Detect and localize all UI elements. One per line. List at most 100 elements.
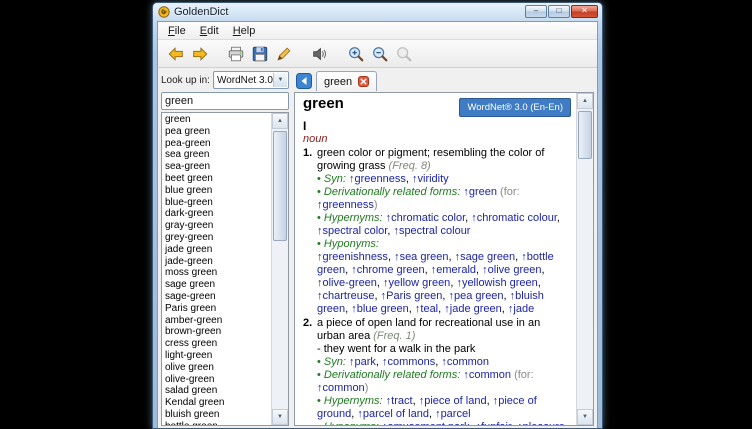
article-link[interactable]: ↑emerald (431, 264, 476, 276)
word-list-item[interactable]: beet green (162, 173, 272, 185)
frequency: (Freq. 8) (389, 160, 431, 172)
minimize-button[interactable]: – (525, 5, 547, 18)
forward-button[interactable] (189, 43, 211, 65)
word-list-item[interactable]: salad green (162, 385, 272, 397)
article-link[interactable]: ↑viridity (412, 173, 449, 185)
article-scrollbar[interactable]: ▲ ▼ (576, 93, 593, 425)
zoom-in-button[interactable] (345, 43, 367, 65)
article-link[interactable]: ↑yellowish green (456, 277, 537, 289)
word-list-item[interactable]: Paris green (162, 303, 272, 315)
up-arrow-icon: ↑ (431, 264, 437, 276)
article-link[interactable]: ↑spectral color (317, 225, 387, 237)
word-list-item[interactable]: pea green (162, 126, 272, 138)
tab-green[interactable]: green (316, 71, 377, 91)
article-link[interactable]: ↑piece of land (419, 395, 487, 407)
word-list-item[interactable]: pea-green (162, 138, 272, 150)
article-link[interactable]: ↑Paris green (381, 290, 443, 302)
article-link[interactable]: ↑green (463, 186, 497, 198)
print-button[interactable] (225, 43, 247, 65)
scroll-up-button[interactable]: ▲ (272, 113, 288, 129)
word-list-item[interactable]: blue-green (162, 197, 272, 209)
tab-nav-left-button[interactable] (296, 73, 312, 89)
article-link[interactable]: ↑spectral colour (393, 225, 470, 237)
article-link[interactable]: ↑common (317, 382, 365, 394)
frequency: (Freq. 1) (373, 330, 415, 342)
dictionary-group-combobox[interactable]: WordNet 3.0 ▼ (213, 71, 289, 89)
word-list-item[interactable]: blue green (162, 185, 272, 197)
article-link[interactable]: ↑greenishness (317, 251, 388, 263)
word-list-item[interactable]: amber-green (162, 315, 272, 327)
article-link[interactable]: ↑chromatic colour (471, 212, 557, 224)
save-article-button[interactable] (249, 43, 271, 65)
article-link[interactable]: ↑chromatic color (386, 212, 465, 224)
word-list-item[interactable]: bluish green (162, 409, 272, 421)
article-link[interactable]: ↑park (349, 356, 376, 368)
scroll-thumb[interactable] (578, 111, 592, 159)
article-link[interactable]: ↑jade (508, 303, 534, 315)
scroll-thumb[interactable] (273, 131, 287, 241)
relation-links: ↑greenishness, ↑sea green, ↑sage green, … (317, 251, 571, 316)
edit-button[interactable] (273, 43, 295, 65)
word-list-item[interactable]: jade green (162, 244, 272, 256)
tab-close-icon[interactable] (358, 76, 369, 87)
article-link[interactable]: ↑chrome green (351, 264, 424, 276)
article-link[interactable]: ↑jade green (444, 303, 502, 315)
word-list-item[interactable]: bottle green (162, 421, 272, 426)
app-icon (158, 6, 170, 18)
word-list-item[interactable]: Kendal green (162, 397, 272, 409)
word-list-item[interactable]: olive-green (162, 374, 272, 386)
search-input[interactable] (161, 92, 289, 110)
scroll-up-button[interactable]: ▲ (577, 93, 593, 109)
word-list-item[interactable]: olive green (162, 362, 272, 374)
word-list-item[interactable]: moss green (162, 267, 272, 279)
article-link[interactable]: ↑greenness (349, 173, 406, 185)
article-link[interactable]: ↑chartreuse (317, 290, 374, 302)
maximize-button[interactable]: □ (548, 5, 570, 18)
word-list-item[interactable]: jade-green (162, 256, 272, 268)
word-list-item[interactable]: gray-green (162, 220, 272, 232)
word-list-item[interactable]: dark-green (162, 208, 272, 220)
article-link[interactable]: ↑common (441, 356, 489, 368)
up-arrow-icon: ↑ (381, 290, 387, 302)
word-list-item[interactable]: sea green (162, 149, 272, 161)
article-link[interactable]: ↑parcel of land (357, 408, 429, 420)
article-link[interactable]: ↑funfair (476, 421, 511, 426)
back-button[interactable] (165, 43, 187, 65)
word-list-item[interactable]: grey-green (162, 232, 272, 244)
article-link[interactable]: ↑greenness (317, 199, 374, 211)
article-link[interactable]: ↑olive-green (317, 277, 377, 289)
menu-item-help[interactable]: Help (226, 24, 263, 38)
article-link[interactable]: ↑blue green (351, 303, 409, 315)
menu-item-edit[interactable]: Edit (193, 24, 226, 38)
article-link[interactable]: ↑sea green (394, 251, 448, 263)
tab-label: green (324, 76, 352, 88)
word-list-item[interactable]: green (162, 114, 272, 126)
article-link[interactable]: ↑pea green (449, 290, 504, 302)
word-list-item[interactable]: sage green (162, 279, 272, 291)
up-arrow-icon: ↑ (349, 173, 355, 185)
word-list-item[interactable]: brown-green (162, 326, 272, 338)
word-list-item[interactable]: sage-green (162, 291, 272, 303)
word-list-item[interactable]: cress green (162, 338, 272, 350)
article-link[interactable]: ↑sage green (455, 251, 516, 263)
article-link[interactable]: ↑yellow green (383, 277, 450, 289)
close-button[interactable]: ✕ (571, 5, 598, 18)
pronounce-button[interactable] (309, 43, 331, 65)
zoom-out-button[interactable] (369, 43, 391, 65)
title-bar[interactable]: GoldenDict – □ ✕ (153, 3, 602, 21)
article-link[interactable]: ↑olive green (482, 264, 541, 276)
article-link[interactable]: ↑commons (382, 356, 435, 368)
menu-item-file[interactable]: File (161, 24, 193, 38)
dictionary-badge[interactable]: WordNet® 3.0 (En-En) (459, 98, 571, 117)
article-link[interactable]: ↑parcel (435, 408, 470, 420)
article-link[interactable]: ↑amusement park (382, 421, 469, 426)
chevron-down-icon[interactable]: ▼ (273, 73, 287, 87)
zoom-reset-button[interactable] (393, 43, 415, 65)
article-link[interactable]: ↑tract (386, 395, 413, 407)
word-list-scrollbar[interactable]: ▲ ▼ (271, 113, 288, 425)
word-list-item[interactable]: sea-green (162, 161, 272, 173)
pos-label: noun (303, 133, 571, 146)
article-link[interactable]: ↑teal (415, 303, 438, 315)
article-link[interactable]: ↑common (463, 369, 511, 381)
word-list-item[interactable]: light-green (162, 350, 272, 362)
